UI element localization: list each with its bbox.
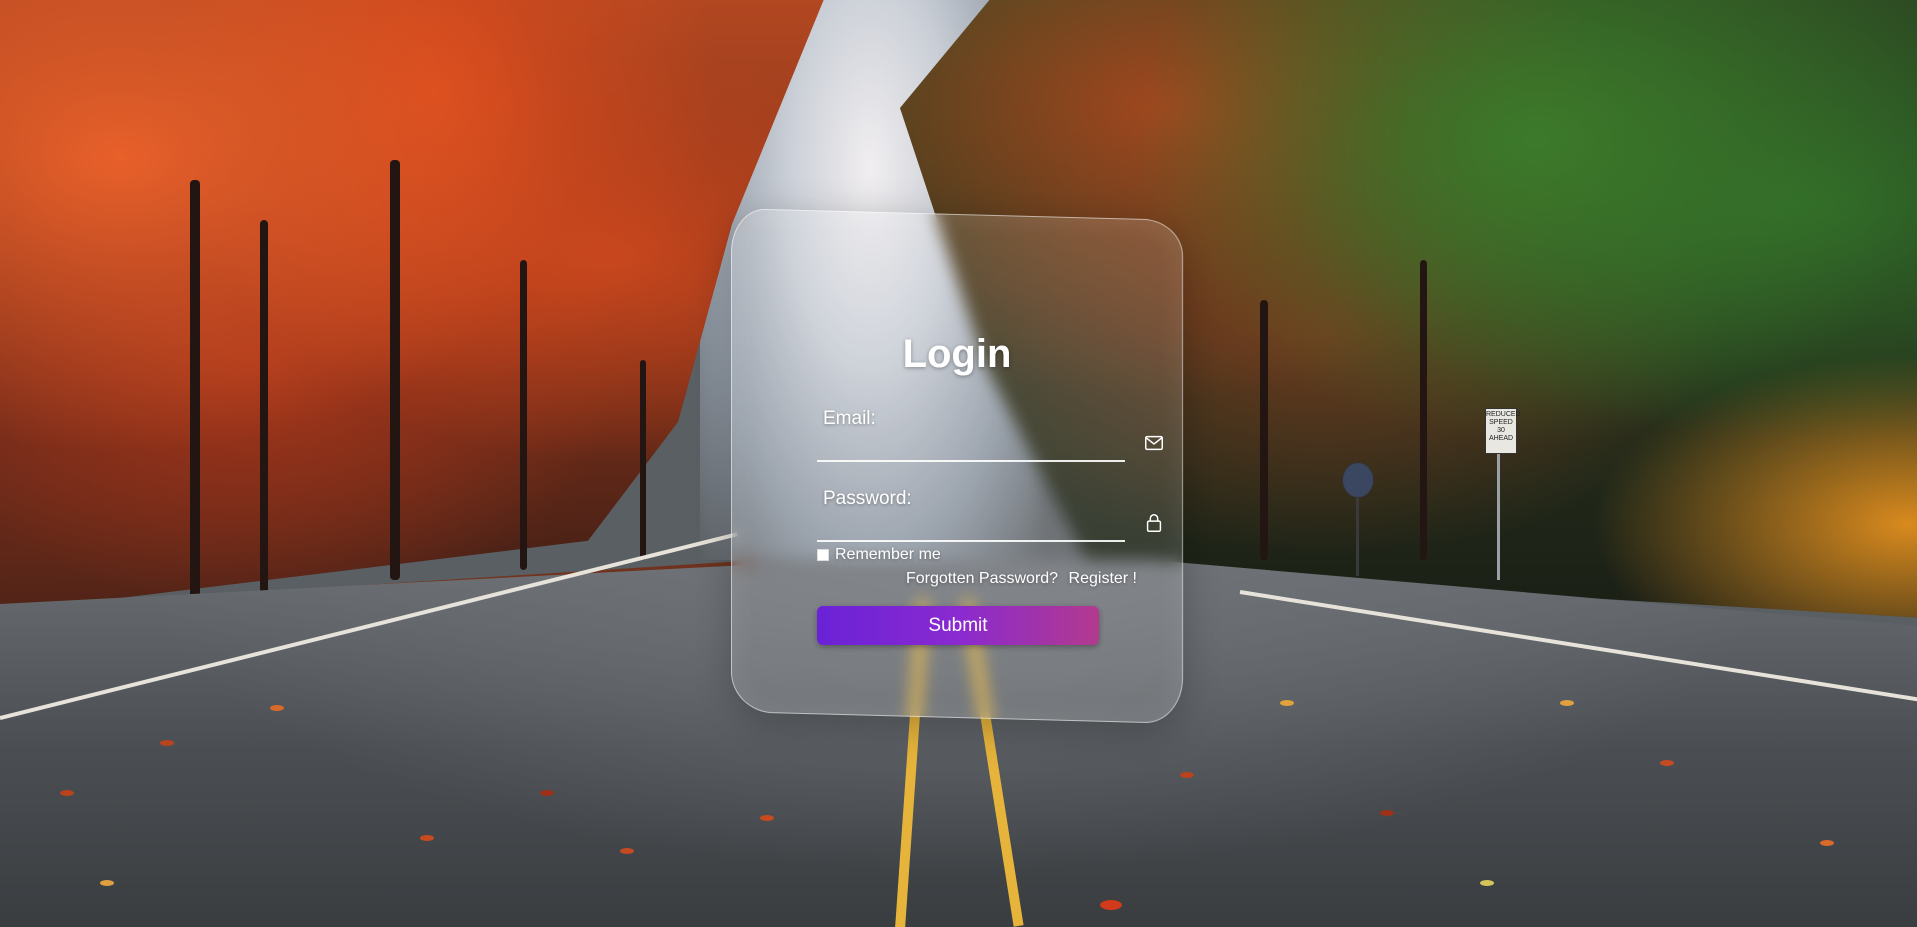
login-page: REDUCED SPEED 30 AHEAD Login Email: Pass…	[0, 0, 1917, 927]
tree-trunk	[260, 220, 268, 610]
glass-panel	[731, 208, 1183, 724]
leaf	[270, 705, 284, 711]
leaf	[1100, 900, 1122, 910]
leaf	[1480, 880, 1494, 886]
email-field[interactable]: Email:	[817, 402, 1163, 462]
email-label: Email:	[823, 408, 876, 429]
tree-trunk	[390, 160, 400, 580]
login-title: Login	[902, 332, 1012, 376]
leaf	[100, 880, 114, 886]
leaf	[1560, 700, 1574, 706]
leaf	[160, 740, 174, 746]
leaf	[760, 815, 774, 821]
leaf	[1280, 700, 1294, 706]
leaf	[1380, 810, 1394, 816]
leaf	[620, 848, 634, 854]
lock-icon	[1146, 514, 1162, 532]
tree-trunk	[520, 260, 527, 570]
sign-pole	[1497, 448, 1500, 580]
forgot-password-link[interactable]: Forgotten Password?	[906, 570, 1058, 587]
submit-button[interactable]: Submit	[817, 606, 1099, 645]
leaf	[60, 790, 74, 796]
remember-checkbox[interactable]	[817, 549, 829, 561]
account-links: Forgotten Password? Register !	[906, 570, 1137, 588]
leaf	[1660, 760, 1674, 766]
password-label: Password:	[823, 488, 912, 509]
leaf	[540, 790, 554, 796]
login-card: Login Email: Password: Remember me Forgo…	[731, 208, 1183, 724]
speed-sign: REDUCED SPEED 30 AHEAD	[1485, 408, 1521, 454]
password-field[interactable]: Password:	[817, 482, 1162, 542]
leaf	[1180, 772, 1194, 778]
envelope-icon	[1145, 435, 1163, 451]
round-sign	[1342, 462, 1374, 498]
tree-trunk	[1260, 300, 1268, 560]
remember-label: Remember me	[835, 546, 941, 563]
leaf	[1820, 840, 1834, 846]
register-link[interactable]: Register !	[1069, 570, 1137, 587]
tree-trunk	[1420, 260, 1427, 560]
sign-pole	[1356, 486, 1359, 576]
tree-trunk	[640, 360, 646, 560]
tree-trunk	[190, 180, 200, 610]
leaf	[420, 835, 434, 841]
remember-me[interactable]: Remember me	[817, 546, 941, 564]
